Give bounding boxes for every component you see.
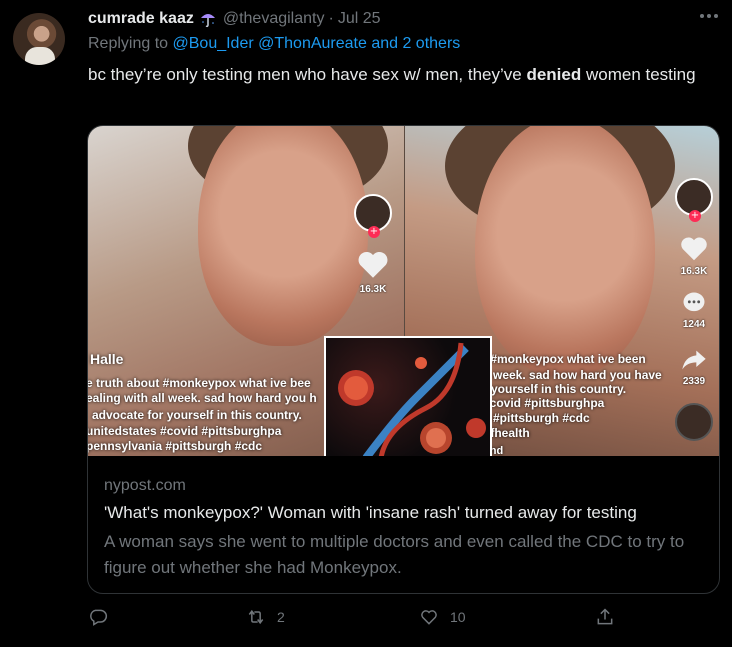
tiktok-likes: 16.3K [680, 266, 708, 277]
link-card[interactable]: + 16.3K Halle e truth about #monkeypox w… [87, 125, 720, 594]
tweet-text: bc they’re only testing men who have sex… [88, 62, 708, 88]
tiktok-avatar: + [354, 194, 392, 238]
replying-to: Replying to @Bou_Ider @ThonAureate and 2… [88, 35, 460, 53]
share-icon [597, 608, 613, 625]
author-handle[interactable]: @thevagilanty [223, 10, 325, 28]
separator-dot: · [328, 10, 334, 27]
tiktok-share-icon [682, 350, 706, 370]
tiktok-caption-line: e truth about #monkeypox what ive bee [88, 376, 311, 390]
card-description: A woman says she went to multiple doctor… [104, 532, 685, 577]
tiktok-caption-line: ll week. sad how hard you have [483, 368, 662, 382]
replying-to-users-link[interactable]: @Bou_Ider @ThonAureate and 2 others [173, 35, 461, 52]
like-button[interactable]: 10 [419, 607, 466, 627]
more-options-icon[interactable] [698, 8, 720, 24]
retweet-button[interactable]: 2 [246, 607, 285, 627]
tweet-text-bold: denied [526, 65, 582, 84]
tiktok-likes: 16.3K [359, 284, 387, 295]
tiktok-caption-line: t #monkeypox what ive been [483, 352, 646, 366]
tiktok-comments: 1244 [682, 319, 706, 330]
tiktok-caption-line: r yourself in this country. [483, 382, 627, 396]
retweet-icon [248, 609, 264, 625]
tiktok-username: Halle [90, 351, 124, 367]
author-avatar[interactable] [13, 13, 65, 65]
author-name[interactable]: cumrade kaaz [88, 10, 194, 28]
tweet-date[interactable]: Jul 25 [338, 10, 381, 28]
card-text-area[interactable]: nypost.com 'What's monkeypox?' Woman wit… [88, 457, 719, 593]
card-domain: nypost.com [104, 477, 186, 494]
tiktok-comment-icon [683, 292, 705, 312]
reply-icon [90, 609, 108, 626]
reply-button[interactable] [88, 607, 108, 627]
tiktok-avatar: + [675, 178, 713, 222]
tiktok-heart-icon [681, 237, 707, 261]
tiktok-caption-line: ealing with all week. sad how hard you h [88, 391, 317, 405]
tiktok-shares: 2339 [682, 376, 706, 387]
tiktok-heart-icon [358, 251, 388, 278]
share-button[interactable] [595, 607, 615, 627]
tiktok-caption-line: #covid #pittsburghpa [483, 396, 605, 410]
tiktok-caption-line: a #pittsburgh #cdc [483, 411, 590, 425]
tweet-actions: 2 10 [88, 607, 628, 635]
tiktok-caption-line: unitedstates #covid #pittsburghpa [88, 424, 282, 438]
retweet-count: 2 [277, 609, 285, 625]
tweet-text-end: women testing [581, 65, 696, 84]
virus-dna-inset-image [324, 336, 492, 456]
tiktok-caption-line: advocate for yourself in this country. [92, 408, 302, 422]
umbrella-emoji-icon [199, 10, 217, 28]
tweet-text-start: bc they’re only testing men who have sex… [88, 65, 527, 84]
tiktok-caption-line: pennsylvania #pittsburgh #cdc [88, 439, 263, 453]
tiktok-sound-icon [675, 403, 713, 441]
card-title: 'What's monkeypox?' Woman with 'insane r… [104, 503, 637, 522]
card-image[interactable]: + 16.3K Halle e truth about #monkeypox w… [88, 126, 719, 456]
heart-icon [421, 610, 437, 625]
like-count: 10 [450, 609, 466, 625]
replying-prefix: Replying to [88, 35, 169, 52]
tweet-header: cumrade kaaz @thevagilanty · Jul 25 [88, 8, 381, 30]
